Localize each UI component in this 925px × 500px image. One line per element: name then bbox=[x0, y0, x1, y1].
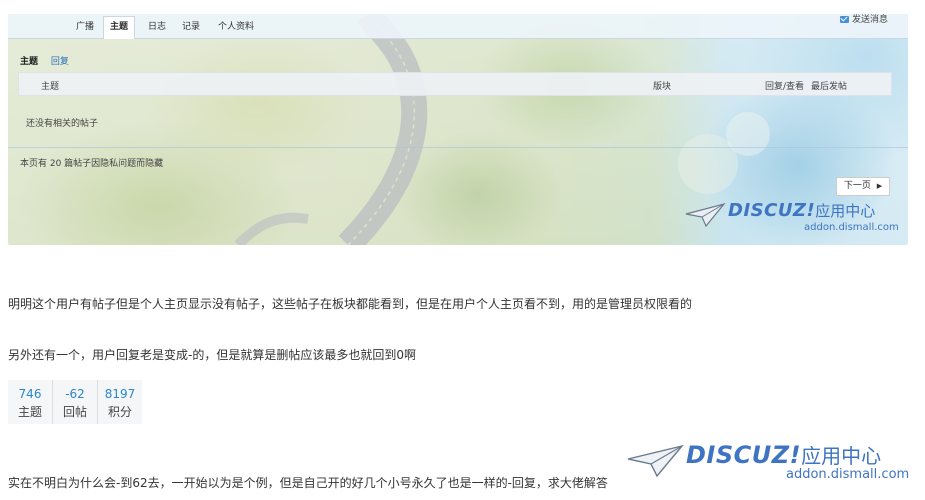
watermark-brand: DISCUZ! bbox=[728, 200, 816, 221]
next-page-button[interactable]: 下一页 ▶ bbox=[836, 177, 890, 196]
hidden-posts-notice: 本页有 20 篇帖子因隐私问题而隐藏 bbox=[20, 159, 164, 169]
tab-topics[interactable]: 主题 bbox=[103, 16, 136, 39]
tab-blog[interactable]: 日志 bbox=[142, 17, 172, 38]
table-header: 主题 版块 回复/查看 最后发帖 bbox=[18, 72, 892, 96]
tab-broadcast[interactable]: 广播 bbox=[70, 17, 100, 38]
col-last-post: 最后发帖 bbox=[811, 82, 848, 92]
watermark-cn: 应用中心 bbox=[815, 202, 876, 220]
subtabs: 主题 回复 bbox=[20, 54, 79, 67]
post-paragraph-1: 明明这个用户有帖子但是个人主页显示没有帖子，这些帖子在板块都能看到，但是在用户个… bbox=[8, 297, 693, 311]
chevron-right-icon: ▶ bbox=[876, 182, 883, 190]
tab-profile[interactable]: 个人资料 bbox=[212, 17, 260, 38]
stat-points-label: 积分 bbox=[107, 405, 132, 419]
embedded-screenshot: 广播 主题 日志 记录 个人资料 发送消息 主题 回复 主题 版块 回复/查看 … bbox=[8, 14, 908, 245]
divider bbox=[8, 147, 908, 148]
stat-points-value: 8197 bbox=[104, 387, 136, 401]
stat-topics-label: 主题 bbox=[17, 405, 42, 419]
paper-plane-icon bbox=[685, 202, 726, 228]
stat-topics[interactable]: 746 主题 bbox=[8, 380, 53, 424]
watermark-cn-large: 应用中心 bbox=[801, 444, 882, 468]
next-page-label: 下一页 bbox=[843, 181, 871, 191]
col-replies-views: 回复/查看 bbox=[765, 82, 805, 92]
envelope-icon bbox=[839, 16, 849, 23]
watermark-url-large: addon.dismall.com bbox=[786, 467, 910, 482]
post-paragraph-3: 实在不明白为什么会-到62去，一开始以为是个例，但是自己开的好几个小号永久了也是… bbox=[8, 476, 608, 490]
profile-tab-bar: 广播 主题 日志 记录 个人资料 发送消息 bbox=[8, 14, 908, 39]
stat-replies-label: 回帖 bbox=[62, 405, 87, 419]
col-forum: 版块 bbox=[653, 82, 672, 92]
subtab-replies[interactable]: 回复 bbox=[51, 57, 69, 67]
tab-records[interactable]: 记录 bbox=[176, 17, 206, 38]
user-stats: 746 主题 -62 回帖 8197 积分 bbox=[8, 380, 142, 424]
stat-points[interactable]: 8197 积分 bbox=[98, 380, 142, 424]
post-paragraph-2: 另外还有一个，用户回复老是变成-的，但是就算是删帖应该最多也就回到0啊 bbox=[8, 348, 416, 362]
watermark-logo-large: DISCUZ!应用中心 addon.dismall.com bbox=[626, 440, 916, 486]
send-message-link[interactable]: 发送消息 bbox=[839, 14, 888, 26]
paper-plane-icon-large bbox=[627, 444, 684, 478]
watermark-logo: DISCUZ!应用中心 addon.dismall.com bbox=[684, 200, 904, 242]
stat-topics-value: 746 bbox=[18, 387, 42, 401]
stat-replies-value: -62 bbox=[65, 387, 85, 401]
send-message-label: 发送消息 bbox=[851, 15, 888, 25]
stat-replies[interactable]: -62 回帖 bbox=[53, 380, 98, 424]
subtab-topics[interactable]: 主题 bbox=[20, 57, 38, 67]
col-topic: 主题 bbox=[41, 82, 60, 92]
watermark-brand-large: DISCUZ! bbox=[686, 441, 802, 469]
watermark-url: addon.dismall.com bbox=[804, 222, 899, 233]
empty-message: 还没有相关的帖子 bbox=[26, 119, 99, 129]
